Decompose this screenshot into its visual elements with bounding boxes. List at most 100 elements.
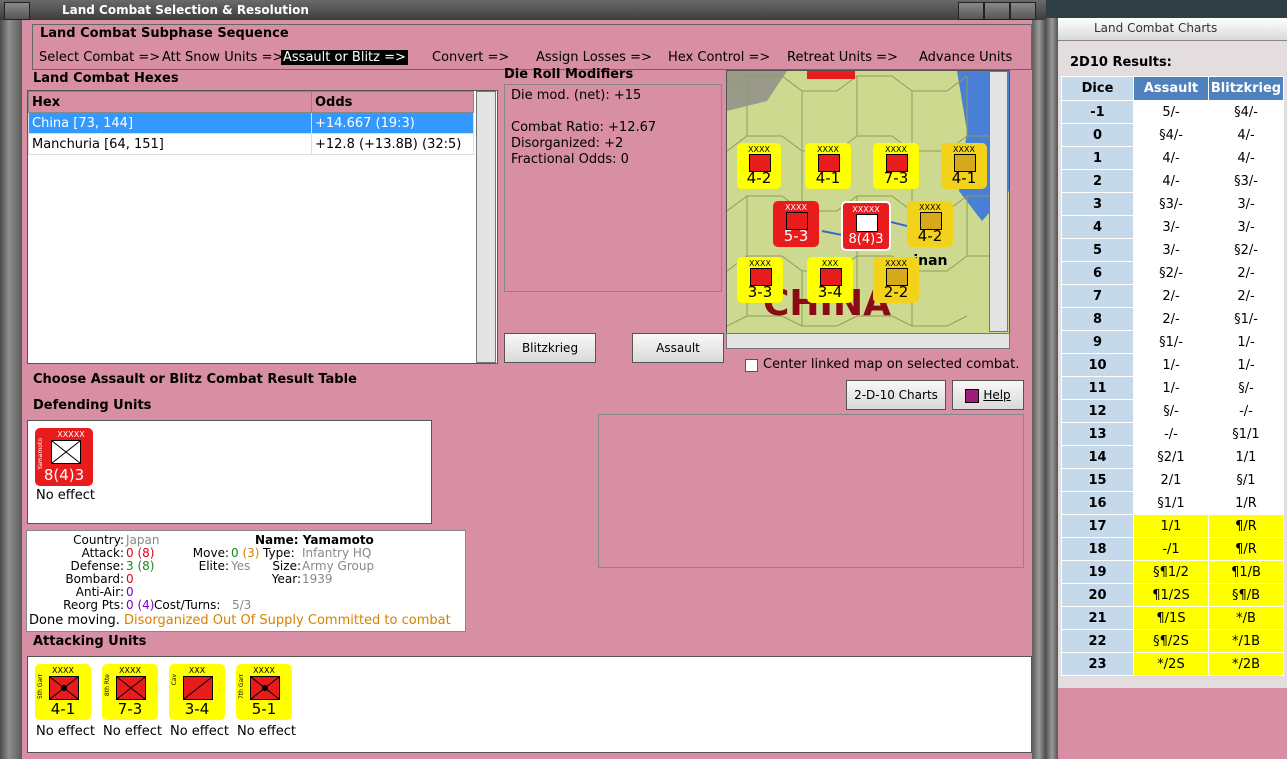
charts-button[interactable]: 2-D-10 Charts <box>846 380 946 410</box>
defender-counter[interactable]: XXXXX Yamamoto 8(4)3 <box>35 428 93 486</box>
seq-att-snow-units[interactable]: Att Snow Units => <box>162 50 283 65</box>
modifiers-title: Die Roll Modifiers <box>504 67 634 82</box>
hex-cell[interactable]: China [73, 144] <box>28 112 312 134</box>
seq-hex-control[interactable]: Hex Control => <box>668 50 770 65</box>
assault-cell: §2/1 <box>1133 445 1209 469</box>
name-value: Yamamoto <box>302 533 374 547</box>
blitzkrieg-cell: 1/1 <box>1208 445 1284 469</box>
counter-size: XXXX <box>817 145 839 154</box>
odds-cell[interactable]: +12.8 (+13.8B) (32:5) <box>311 133 474 155</box>
results-row: 4 3/- 3/- <box>1061 215 1284 239</box>
map-counter[interactable]: XXXX 4-1 <box>805 143 851 189</box>
counter-value: 4-1 <box>951 169 977 187</box>
map-counter[interactable]: XXXX 3-3 <box>737 257 783 303</box>
results-row: 6 §2/- 2/- <box>1061 261 1284 285</box>
counter-size: XXXXX <box>852 205 880 214</box>
seq-assign-losses[interactable]: Assign Losses => <box>536 50 652 65</box>
hexes-scrollbar[interactable] <box>476 91 496 363</box>
counter-size: XXXX <box>953 145 975 154</box>
attack-label: Attack: <box>81 546 124 560</box>
cost-label: Cost/Turns: <box>154 598 221 612</box>
map-counter-selected[interactable]: XXXXX 8(4)3 <box>841 201 891 251</box>
results-row: 8 2/- §1/- <box>1061 307 1284 331</box>
dice-cell: 5 <box>1061 238 1134 262</box>
seq-advance-units[interactable]: Advance Units <box>919 50 1012 65</box>
blitzkrieg-cell: 1/R <box>1208 491 1284 515</box>
map-counter[interactable]: XXX 3-4 <box>807 257 853 303</box>
help-button[interactable]: Help <box>952 380 1024 410</box>
table-row[interactable]: China [73, 144] +14.667 (19:3) <box>28 112 474 134</box>
results-row: 12 §/- -/- <box>1061 399 1284 423</box>
blitzkrieg-cell: §/1 <box>1208 468 1284 492</box>
move-potential: (3) <box>242 546 260 560</box>
attacker-counter[interactable]: XXXX 5th Garr 4-1 <box>35 664 91 720</box>
col-hex[interactable]: Hex <box>28 91 312 113</box>
map-counter[interactable]: XXXX 2-2 <box>873 257 919 303</box>
window-frame-left <box>0 20 22 759</box>
counter-value: 4-1 <box>50 700 76 718</box>
attacker-counter[interactable]: XXXX 7th Garr 5-1 <box>236 664 292 720</box>
seq-assault-or-blitz[interactable]: Assault or Blitz => <box>281 50 408 65</box>
results-row: 15 2/1 §/1 <box>1061 468 1284 492</box>
odds-cell[interactable]: +14.667 (19:3) <box>311 112 474 134</box>
dice-cell: 15 <box>1061 468 1134 492</box>
counter-size: XXXX <box>885 259 907 268</box>
map-counter[interactable]: XXXX 5-3 <box>773 201 819 247</box>
counter-value: 7-3 <box>117 700 143 718</box>
map-vscrollbar[interactable] <box>989 71 1008 332</box>
elite-label: Elite: <box>198 559 229 573</box>
blitzkrieg-cell: */1B <box>1208 629 1284 653</box>
counter-size: XXXX <box>785 203 807 212</box>
dice-cell: 14 <box>1061 445 1134 469</box>
window-menu-icon[interactable] <box>4 2 30 20</box>
move-value: 0 <box>231 546 239 560</box>
dice-cell: 11 <box>1061 376 1134 400</box>
center-map-checkbox[interactable] <box>745 359 758 372</box>
results-row: 7 2/- 2/- <box>1061 284 1284 308</box>
hq-symbol-icon <box>51 440 81 464</box>
maximize-icon[interactable] <box>984 2 1010 20</box>
close-icon[interactable] <box>1010 2 1036 20</box>
table-row[interactable]: Manchuria [64, 151] +12.8 (+13.8B) (32:5… <box>28 133 474 155</box>
antiair-label: Anti-Air: <box>75 585 124 599</box>
cavalry-symbol-icon <box>183 676 213 700</box>
seq-convert[interactable]: Convert => <box>432 50 509 65</box>
col-odds[interactable]: Odds <box>311 91 474 113</box>
minimize-icon[interactable] <box>958 2 984 20</box>
seq-select-combat[interactable]: Select Combat => <box>39 50 160 65</box>
dice-cell: 1 <box>1061 146 1134 170</box>
map-counter[interactable]: XXXX 4-2 <box>737 143 781 189</box>
modifier-net: Die mod. (net): +15 <box>511 88 642 103</box>
map-counter[interactable]: XXXX 4-2 <box>907 201 953 247</box>
seq-retreat-units[interactable]: Retreat Units => <box>787 50 898 65</box>
counter-value: 2-2 <box>883 283 909 301</box>
assault-cell: 4/- <box>1133 169 1209 193</box>
counter-name: 5th Garr <box>37 674 44 700</box>
dice-cell: 18 <box>1061 537 1134 561</box>
map-hscrollbar[interactable] <box>726 333 1010 349</box>
panel-frame <box>1046 18 1058 759</box>
instructions: Choose Assault or Blitz Combat Result Ta… <box>33 372 357 387</box>
counter-value: 4-2 <box>746 169 772 187</box>
assault-cell: §1/- <box>1133 330 1209 354</box>
attacker-counter[interactable]: XXXX 8th Rte 7-3 <box>102 664 158 720</box>
blitzkrieg-button[interactable]: Blitzkrieg <box>504 333 596 363</box>
charts-panel-footer <box>1058 688 1287 759</box>
assault-button[interactable]: Assault <box>632 333 724 363</box>
attacker-counter[interactable]: XXX Cav 3-4 <box>169 664 225 720</box>
blitzkrieg-cell: 3/- <box>1208 192 1284 216</box>
blitzkrieg-cell: 1/- <box>1208 353 1284 377</box>
linked-map[interactable]: CHINA sinan S XXXX4-2 XXXX4-1 XXXX7-3 XX… <box>726 70 1010 334</box>
map-counter[interactable]: XXXX 7-3 <box>873 143 919 189</box>
results-row: 0 §4/- 4/- <box>1061 123 1284 147</box>
dice-cell: 4 <box>1061 215 1134 239</box>
defending-title: Defending Units <box>33 398 152 413</box>
blitzkrieg-cell: §1/1 <box>1208 422 1284 446</box>
charts-title: Land Combat Charts <box>1094 21 1218 35</box>
dice-cell: 16 <box>1061 491 1134 515</box>
hex-cell[interactable]: Manchuria [64, 151] <box>28 133 312 155</box>
blitzkrieg-cell: ¶/R <box>1208 514 1284 538</box>
assault-cell: §2/- <box>1133 261 1209 285</box>
map-counter[interactable]: XXXX 4-1 <box>941 143 987 189</box>
assault-cell: §3/- <box>1133 192 1209 216</box>
